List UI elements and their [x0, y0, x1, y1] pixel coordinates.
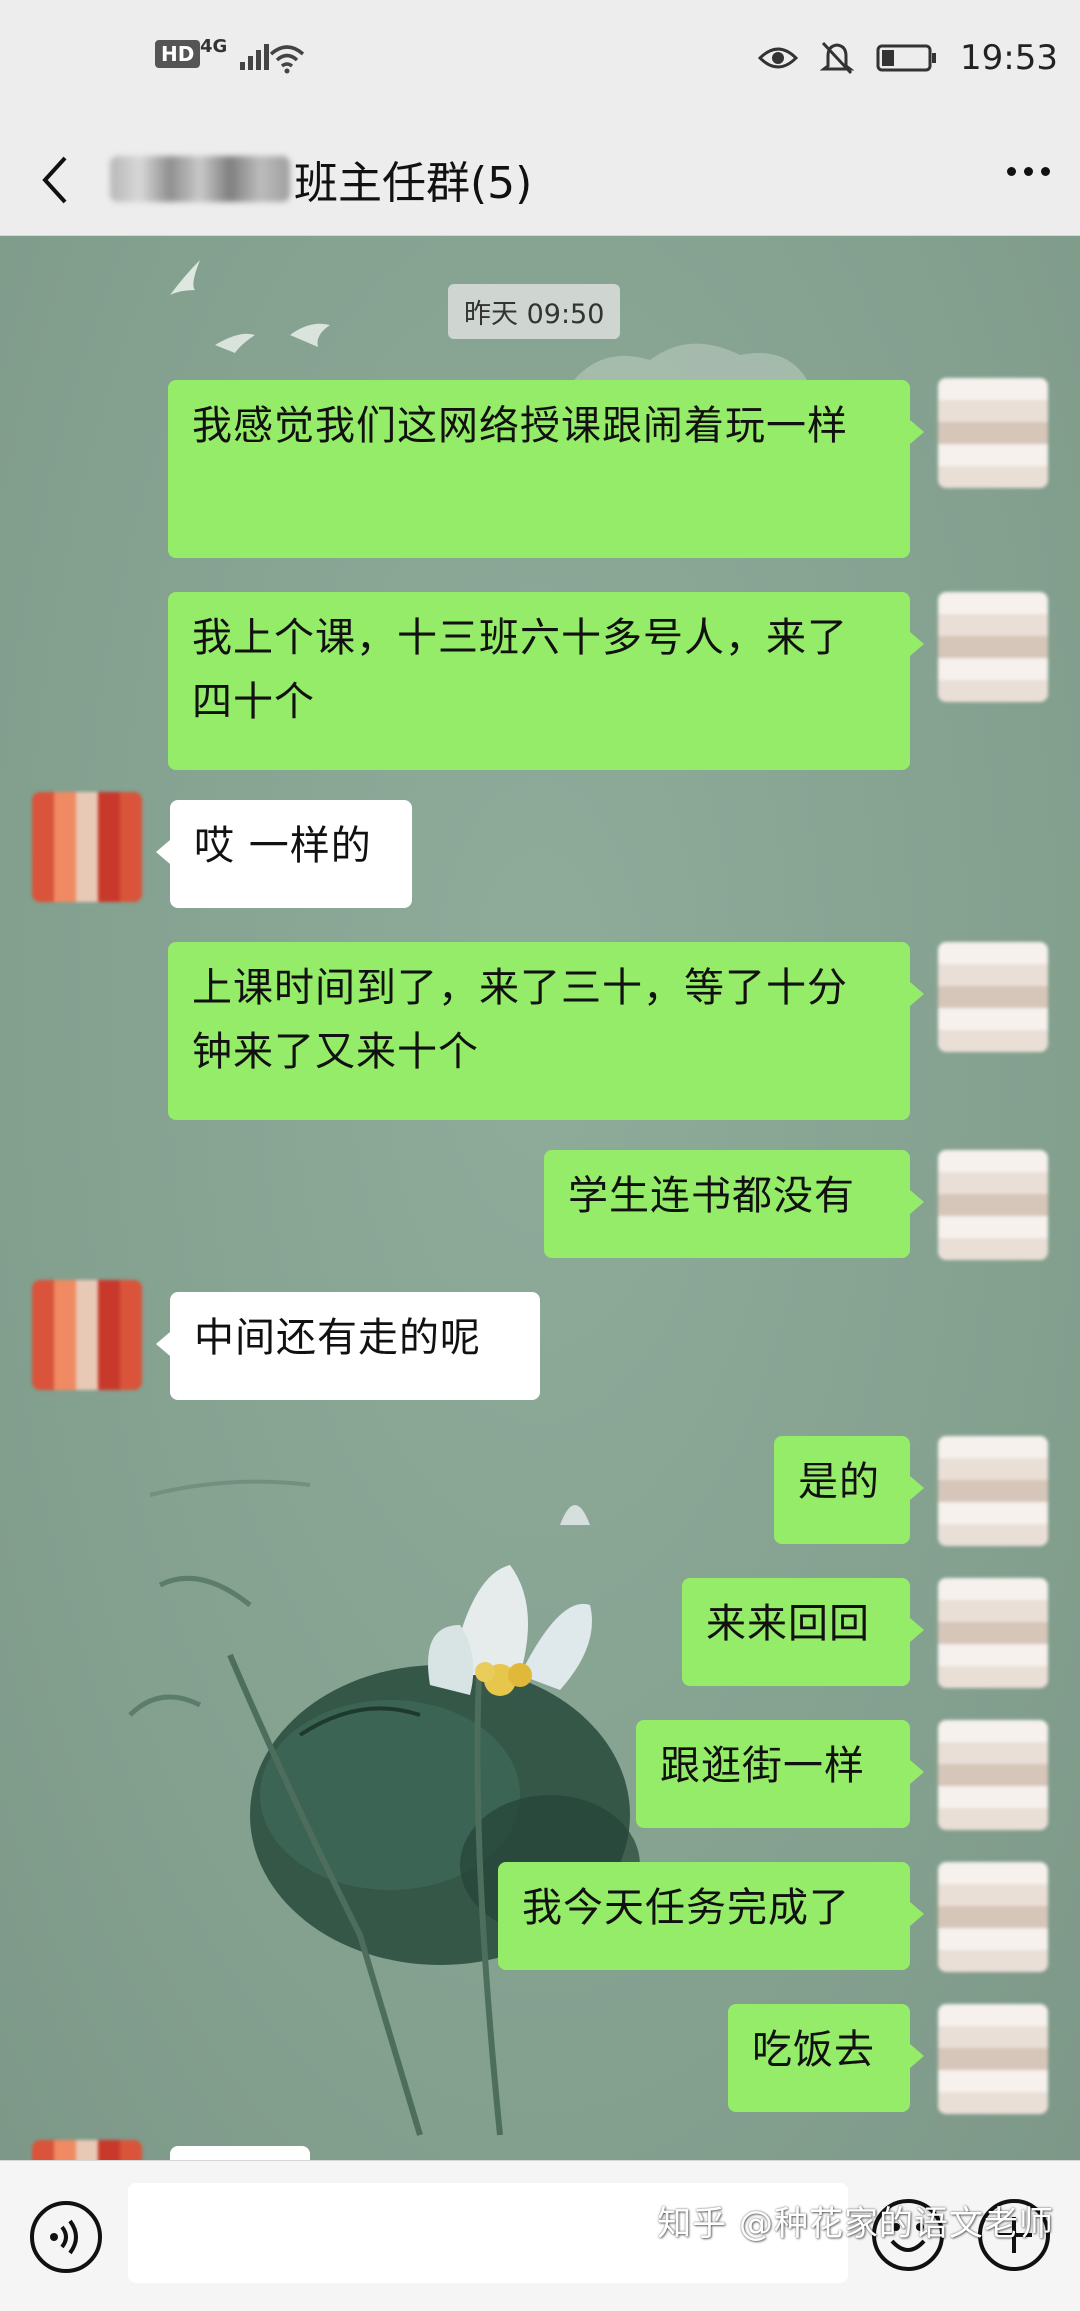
status-right: 19:53: [758, 38, 1058, 78]
status-left: HD: [155, 40, 201, 68]
chat-header: 班主任群(5): [0, 125, 1080, 236]
my-avatar[interactable]: [938, 2004, 1048, 2114]
more-dots-icon[interactable]: [1007, 167, 1050, 176]
eye-icon: [758, 47, 799, 69]
sender-avatar[interactable]: [32, 1280, 142, 1390]
watermark: 知乎 @种花家的语文老师: [657, 2204, 1054, 2244]
my-avatar[interactable]: [938, 1436, 1048, 1546]
message-bubble[interactable]: 哎 一样的: [170, 800, 412, 908]
chat-title-text: 班主任群(5): [294, 158, 533, 209]
mute-bell-icon: [820, 41, 855, 75]
bubble-tail: [156, 1332, 170, 1356]
blurred-group-name: [110, 156, 290, 202]
message-bubble[interactable]: 是的: [774, 1436, 910, 1544]
my-avatar[interactable]: [938, 1862, 1048, 1972]
status-bar: HD 4G 19:53: [0, 0, 1080, 125]
bubble-tail: [910, 1902, 924, 1926]
message-bubble[interactable]: 上课时间到了，来了三十，等了十分钟来了又来十个: [168, 942, 910, 1120]
my-avatar[interactable]: [938, 942, 1048, 1052]
message-bubble[interactable]: 我感觉我们这网络授课跟闹着玩一样: [168, 380, 910, 558]
wifi-icon: [269, 45, 305, 74]
bubble-tail: [910, 982, 924, 1006]
message-bubble[interactable]: 我今天任务完成了: [498, 1862, 910, 1970]
message-bubble[interactable]: 学生连书都没有: [544, 1150, 910, 1258]
message-bubble[interactable]: 来来回回: [682, 1578, 910, 1686]
message-bubble[interactable]: 吃饭去: [728, 2004, 910, 2112]
message-bubble[interactable]: 我上个课，十三班六十多号人，来了四十个: [168, 592, 910, 770]
my-avatar[interactable]: [938, 1578, 1048, 1688]
voice-icon[interactable]: [28, 2199, 104, 2275]
bubble-tail: [910, 632, 924, 656]
sender-avatar[interactable]: [32, 792, 142, 902]
bubble-tail: [910, 1190, 924, 1214]
my-avatar[interactable]: [938, 592, 1048, 702]
network-label: 4G: [200, 36, 228, 57]
message-timestamp: 昨天 09:50: [448, 284, 621, 339]
message-bubble[interactable]: 跟逛街一样: [636, 1720, 910, 1828]
battery-icon: [876, 44, 937, 72]
my-avatar[interactable]: [938, 1720, 1048, 1830]
bubble-tail: [910, 1618, 924, 1642]
bubble-tail: [910, 420, 924, 444]
bubble-tail: [156, 840, 170, 864]
chat-title: 班主任群(5): [110, 147, 532, 211]
my-avatar[interactable]: [938, 1150, 1048, 1260]
bubble-tail: [910, 2044, 924, 2068]
bubble-tail: [910, 1476, 924, 1500]
my-avatar[interactable]: [938, 378, 1048, 488]
bubble-tail: [910, 1760, 924, 1784]
back-arrow-icon[interactable]: [35, 150, 75, 210]
clock: 19:53: [960, 38, 1058, 78]
message-bubble[interactable]: 中间还有走的呢: [170, 1292, 540, 1400]
hd-badge: HD: [155, 40, 201, 68]
